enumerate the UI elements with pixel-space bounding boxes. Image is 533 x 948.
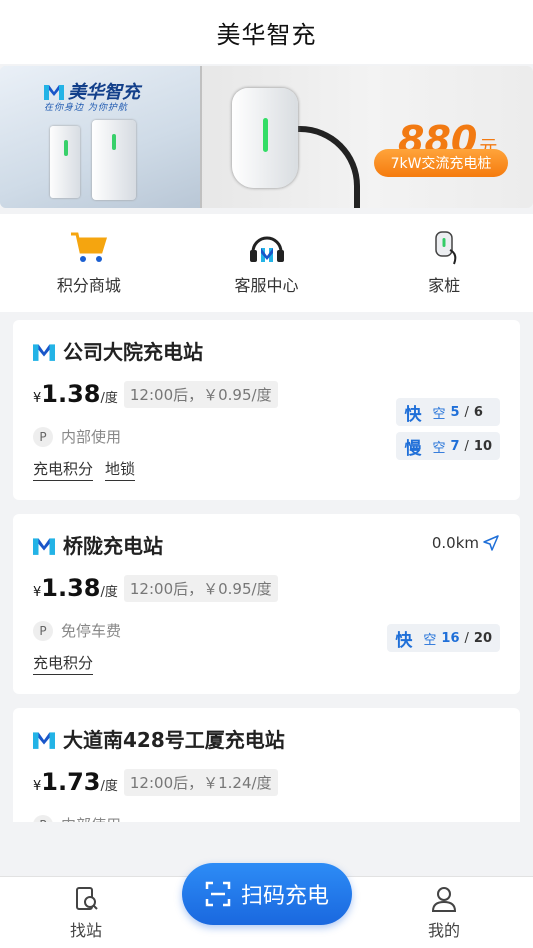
price-row: ¥ 1.38 /度 12:00后，￥0.95/度 bbox=[33, 380, 278, 410]
parking-info: P 内部使用 bbox=[33, 814, 121, 822]
price-unit: /度 bbox=[100, 585, 118, 600]
brand-logo-icon bbox=[33, 343, 55, 361]
banner-slogan: 在你身边 为你护航 bbox=[44, 103, 128, 113]
later-price: 12:00后，￥0.95/度 bbox=[123, 575, 278, 602]
nav-label: 找站 bbox=[70, 921, 103, 940]
distance-info[interactable]: 0.0km bbox=[432, 534, 500, 552]
station-name-row: 桥陇充电站 bbox=[33, 530, 163, 559]
price-value: 1.38 bbox=[41, 380, 101, 408]
charger-illustration bbox=[50, 126, 80, 198]
free-count: 16 bbox=[441, 630, 460, 646]
free-label: 空 bbox=[432, 406, 446, 422]
separator: / bbox=[464, 630, 469, 646]
station-name-row: 公司大院充电站 bbox=[33, 336, 203, 365]
quick-link-service-center[interactable]: 客服中心 bbox=[178, 214, 356, 312]
currency-symbol: ¥ bbox=[33, 391, 42, 406]
scan-icon bbox=[205, 881, 231, 907]
later-price: 12:00后，￥0.95/度 bbox=[123, 381, 278, 408]
nav-mine[interactable]: 我的 bbox=[428, 885, 460, 941]
station-card[interactable]: 大道南428号工厦充电站 ¥ 1.73 /度 12:00后，￥1.24/度 P … bbox=[13, 708, 520, 822]
later-price: 12:00后，￥1.24/度 bbox=[123, 769, 278, 796]
price-unit: /度 bbox=[100, 779, 118, 794]
find-station-icon bbox=[76, 887, 98, 910]
price-value: 1.73 bbox=[41, 768, 101, 796]
station-card[interactable]: 桥陇充电站 0.0km ¥ 1.38 /度 12:00后，￥0.95/度 P 免… bbox=[13, 514, 520, 694]
station-tags: 充电积分 地锁 bbox=[33, 458, 136, 481]
separator: / bbox=[464, 438, 469, 454]
parking-info: P 内部使用 bbox=[33, 426, 121, 447]
navigate-icon bbox=[483, 535, 499, 551]
total-count: 20 bbox=[473, 630, 492, 646]
wallbox-led bbox=[263, 118, 268, 152]
promo-banner[interactable]: 美华智充 在你身边 为你护航 880 元 7kW交流充电桩 bbox=[0, 66, 533, 208]
free-count: 5 bbox=[450, 404, 460, 420]
parking-icon: P bbox=[33, 814, 53, 822]
headset-icon bbox=[249, 236, 284, 262]
quick-link-label: 客服中心 bbox=[234, 276, 299, 295]
total-count: 6 bbox=[473, 404, 483, 420]
station-tag: 充电积分 bbox=[33, 458, 94, 481]
quick-link-points-mall[interactable]: 积分商城 bbox=[0, 214, 178, 312]
station-card[interactable]: 公司大院充电站 ¥ 1.38 /度 12:00后，￥0.95/度 P 内部使用 … bbox=[13, 320, 520, 500]
charger-illustration bbox=[92, 120, 136, 200]
port-slow: 慢 空 7 / 10 bbox=[396, 432, 500, 460]
brand-logo-icon bbox=[33, 731, 55, 749]
home-charger-icon bbox=[435, 231, 457, 265]
station-name: 桥陇充电站 bbox=[63, 534, 163, 558]
parking-text: 内部使用 bbox=[61, 814, 121, 822]
quick-link-label: 家桩 bbox=[428, 276, 461, 295]
top-header: 美华智充 bbox=[0, 0, 533, 64]
parking-icon: P bbox=[33, 620, 53, 641]
shopping-cart-icon bbox=[70, 232, 107, 262]
cable-illustration bbox=[290, 126, 360, 208]
port-fast: 快 空 16 / 20 bbox=[387, 624, 500, 652]
price-unit: /度 bbox=[100, 391, 118, 406]
station-name-row: 大道南428号工厦充电站 bbox=[33, 724, 285, 753]
nav-find-station[interactable]: 找站 bbox=[70, 885, 102, 941]
free-count: 7 bbox=[450, 438, 460, 454]
parking-info: P 免停车费 bbox=[33, 620, 121, 641]
wallbox-illustration bbox=[232, 88, 298, 188]
distance-value: 0.0km bbox=[431, 534, 479, 552]
scan-charge-button[interactable]: 扫码充电 bbox=[182, 863, 352, 925]
quick-links: 积分商城 客服中心 家桩 bbox=[0, 214, 533, 312]
banner-product-tag: 7kW交流充电桩 bbox=[374, 149, 508, 177]
station-tag: 充电积分 bbox=[33, 652, 94, 675]
total-count: 10 bbox=[473, 438, 492, 454]
port-type: 慢 bbox=[404, 438, 422, 459]
brand-logo-icon bbox=[44, 85, 64, 100]
parking-icon: P bbox=[33, 426, 53, 447]
station-tags: 充电积分 bbox=[33, 652, 94, 675]
user-icon bbox=[431, 887, 457, 912]
port-availability: 快 空 16 / 20 bbox=[387, 624, 500, 652]
currency-symbol: ¥ bbox=[33, 585, 42, 600]
quick-link-home-charger[interactable]: 家桩 bbox=[355, 214, 533, 312]
free-label: 空 bbox=[432, 440, 446, 456]
port-availability: 快 空 5 / 6 慢 空 7 / 10 bbox=[396, 398, 500, 460]
port-fast: 快 空 5 / 6 bbox=[396, 398, 500, 426]
port-type: 快 bbox=[404, 404, 422, 425]
station-tag: 地锁 bbox=[105, 458, 136, 481]
separator: / bbox=[464, 404, 469, 420]
quick-link-label: 积分商城 bbox=[56, 276, 121, 295]
port-type: 快 bbox=[395, 630, 413, 651]
price-row: ¥ 1.38 /度 12:00后，￥0.95/度 bbox=[33, 574, 278, 604]
parking-text: 免停车费 bbox=[61, 622, 122, 640]
brand-logo-icon bbox=[33, 537, 55, 555]
free-label: 空 bbox=[423, 632, 437, 648]
price-row: ¥ 1.73 /度 12:00后，￥1.24/度 bbox=[33, 768, 278, 798]
price-value: 1.38 bbox=[41, 574, 101, 602]
scan-charge-label: 扫码充电 bbox=[240, 884, 329, 909]
currency-symbol: ¥ bbox=[33, 779, 42, 794]
station-name: 公司大院充电站 bbox=[63, 340, 203, 364]
parking-text: 内部使用 bbox=[61, 428, 122, 446]
station-list: 公司大院充电站 ¥ 1.38 /度 12:00后，￥0.95/度 P 内部使用 … bbox=[13, 320, 520, 822]
app-title: 美华智充 bbox=[216, 20, 317, 49]
station-name: 大道南428号工厦充电站 bbox=[63, 728, 285, 752]
banner-divider bbox=[200, 66, 202, 208]
bottom-nav: 找站 扫码充电 我的 bbox=[0, 863, 533, 948]
nav-label: 我的 bbox=[428, 921, 461, 940]
